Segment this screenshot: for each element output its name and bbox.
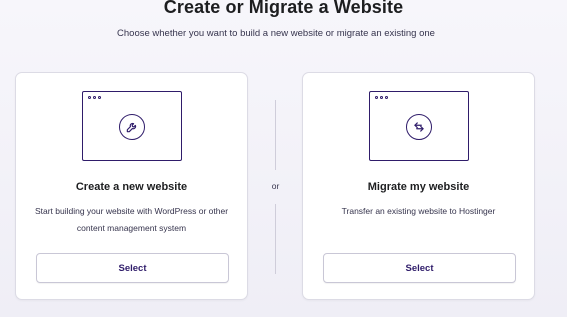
create-website-card[interactable]: Create a new website Start building your…	[15, 72, 248, 300]
wrench-icon	[118, 114, 145, 140]
browser-dot	[92, 96, 96, 99]
browser-window-illustration	[81, 91, 182, 161]
divider-line	[275, 100, 276, 170]
migrate-website-card[interactable]: Migrate my website Transfer an existing …	[302, 72, 535, 300]
browser-dots	[374, 96, 388, 99]
page-subtitle: Choose whether you want to build a new w…	[117, 28, 435, 39]
select-create-button[interactable]: Select	[36, 253, 229, 283]
browser-dots	[87, 96, 101, 99]
card-description: Transfer an existing website to Hostinge…	[341, 206, 496, 216]
swap-arrows-icon	[405, 114, 432, 140]
browser-dot	[374, 96, 378, 99]
card-title: Create a new website	[75, 181, 188, 193]
browser-dot	[97, 96, 101, 99]
browser-dot	[384, 96, 388, 99]
browser-dot	[379, 96, 383, 99]
card-description: Start building your website with WordPre…	[34, 206, 229, 233]
select-migrate-button[interactable]: Select	[323, 253, 516, 283]
divider-line	[275, 204, 276, 274]
page-title: Create or Migrate a Website	[163, 0, 404, 17]
browser-window-illustration	[368, 91, 469, 161]
browser-dot	[87, 96, 91, 99]
card-title: Migrate my website	[367, 181, 470, 193]
or-label: or	[271, 181, 280, 191]
